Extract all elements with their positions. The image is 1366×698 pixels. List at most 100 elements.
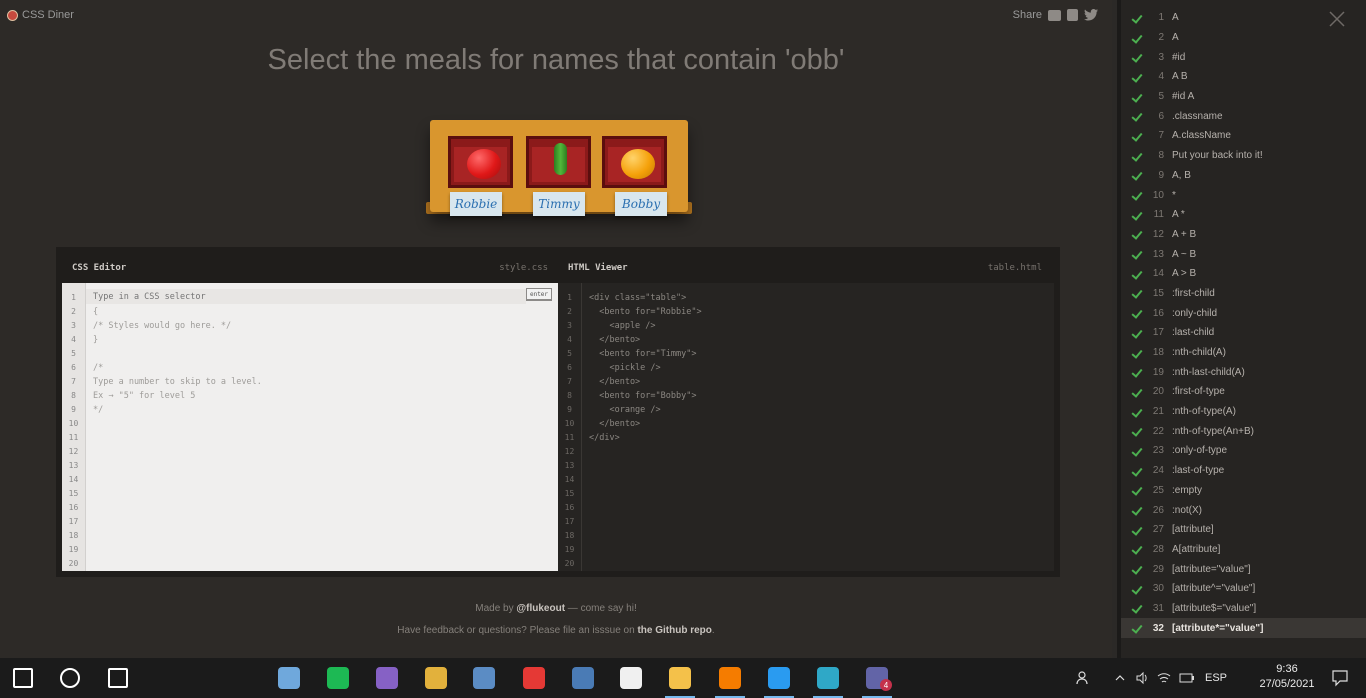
email-icon[interactable] <box>1048 9 1061 21</box>
level-item[interactable]: 6 .classname <box>1121 106 1366 126</box>
apple-icon[interactable] <box>467 149 501 179</box>
level-item[interactable]: 19:nth-last-child(A) <box>1121 362 1366 382</box>
checkmark-icon <box>1132 112 1142 120</box>
level-item[interactable]: 18:nth-child(A) <box>1121 343 1366 363</box>
taskbar-item[interactable] <box>266 658 312 698</box>
level-number: 11 <box>1153 209 1164 221</box>
level-number: 5 <box>1158 91 1164 103</box>
github-repo-link[interactable]: the Github repo <box>637 625 711 636</box>
code-line: /* <box>93 363 104 373</box>
code-line: <pickle /> <box>589 363 661 373</box>
level-item[interactable]: 8 Put your back into it! <box>1121 146 1366 166</box>
people-icon[interactable] <box>1076 670 1092 686</box>
taskbar-item[interactable] <box>413 658 459 698</box>
level-item[interactable]: 22:nth-of-type(An+B) <box>1121 421 1366 441</box>
bento-box[interactable] <box>526 136 591 188</box>
wifi-icon[interactable] <box>1157 671 1171 685</box>
taskbar-item[interactable] <box>461 658 507 698</box>
orange-icon[interactable] <box>621 149 655 179</box>
level-item[interactable]: 7 A.className <box>1121 126 1366 146</box>
line-number: 1 <box>567 293 572 302</box>
level-item[interactable]: 9 A, B <box>1121 166 1366 186</box>
code-line: </bento> <box>589 377 641 387</box>
level-item[interactable]: 26:not(X) <box>1121 500 1366 520</box>
html-code[interactable]: <div class="table"> <bento for="Robbie">… <box>589 291 702 445</box>
taskbar-item[interactable] <box>95 658 141 698</box>
level-item[interactable]: 10 * <box>1121 185 1366 205</box>
level-item[interactable]: 3 #id <box>1121 47 1366 67</box>
level-item[interactable]: 29 [attribute="value"] <box>1121 559 1366 579</box>
twitter-icon[interactable] <box>1084 9 1098 21</box>
author-link[interactable]: @flukeout <box>516 603 565 614</box>
taskbar-item[interactable] <box>0 658 46 698</box>
level-label: [attribute^="value"] <box>1172 583 1256 595</box>
level-label: [attribute*="value"] <box>1172 622 1264 634</box>
file-explorer-icon <box>669 667 691 689</box>
chevron-up-icon[interactable] <box>1114 672 1126 684</box>
clock-date: 27/05/2021 <box>1259 678 1315 690</box>
battery-icon[interactable] <box>1179 672 1195 684</box>
level-label: * <box>1172 189 1176 201</box>
level-number: 29 <box>1152 563 1164 575</box>
level-item[interactable]: 27 [attribute] <box>1121 520 1366 540</box>
code-line: <apple /> <box>589 321 656 331</box>
level-item[interactable]: 13 A ~ B <box>1121 244 1366 264</box>
line-number: 16 <box>564 503 575 512</box>
level-item[interactable]: 24:last-of-type <box>1121 461 1366 481</box>
level-item[interactable]: 31 [attribute$="value"] <box>1121 599 1366 619</box>
level-label: Put your back into it! <box>1172 150 1263 162</box>
taskbar-item[interactable] <box>608 658 654 698</box>
taskbar-item[interactable] <box>560 658 606 698</box>
level-item[interactable]: 20:first-of-type <box>1121 382 1366 402</box>
level-label: A, B <box>1172 169 1191 181</box>
pickle-icon[interactable] <box>554 143 567 175</box>
level-item[interactable]: 16:only-child <box>1121 303 1366 323</box>
taskbar-item[interactable] <box>364 658 410 698</box>
volume-icon[interactable] <box>1135 671 1149 685</box>
facebook-icon[interactable] <box>1067 9 1078 21</box>
level-number: 32 <box>1152 622 1164 634</box>
clock[interactable]: 9:36 27/05/2021 <box>1252 662 1322 692</box>
taskbar-item[interactable] <box>657 658 703 698</box>
level-item[interactable]: 30 [attribute^="value"] <box>1121 579 1366 599</box>
bento-box[interactable] <box>602 136 667 188</box>
html-line-numbers: 1 2 3 4 5 6 7 8 9 10 11 12 13 14 15 16 17 18 19 20 <box>558 283 582 571</box>
level-label: A ~ B <box>1172 248 1197 260</box>
level-label: A <box>1172 12 1179 24</box>
enter-button[interactable]: enter <box>526 288 552 301</box>
level-item[interactable]: 23:only-of-type <box>1121 441 1366 461</box>
level-number: 8 <box>1158 150 1164 162</box>
language-indicator[interactable]: ESP <box>1205 672 1227 684</box>
taskbar-item[interactable] <box>511 658 557 698</box>
level-item[interactable]: 25:empty <box>1121 481 1366 501</box>
level-item[interactable]: 14 A > B <box>1121 264 1366 284</box>
level-item[interactable]: 5 #id A <box>1121 87 1366 107</box>
level-number: 18 <box>1152 347 1164 359</box>
bento-box[interactable] <box>448 136 513 188</box>
line-number: 16 <box>68 503 79 512</box>
taskbar-item[interactable] <box>707 658 753 698</box>
level-item[interactable]: 28 A[attribute] <box>1121 540 1366 560</box>
taskbar-item[interactable] <box>315 658 361 698</box>
level-item[interactable]: 12 A + B <box>1121 225 1366 245</box>
taskbar-item[interactable] <box>756 658 802 698</box>
level-item[interactable]: 2A <box>1121 28 1366 48</box>
notification-icon[interactable] <box>1331 669 1349 687</box>
level-item[interactable]: 11 A * <box>1121 205 1366 225</box>
level-item[interactable]: 32 [attribute*="value"] <box>1121 618 1366 638</box>
level-item[interactable]: 4 A B <box>1121 67 1366 87</box>
logo[interactable]: CSS Diner <box>7 9 74 21</box>
taskbar-item[interactable]: 4 <box>854 658 900 698</box>
checkmark-icon <box>1132 486 1142 494</box>
level-item[interactable]: 17:last-child <box>1121 323 1366 343</box>
level-item[interactable]: 1A <box>1121 8 1366 28</box>
html-viewer-title: HTML Viewer <box>568 263 628 273</box>
git-tool-icon <box>425 667 447 689</box>
taskbar-item[interactable] <box>47 658 93 698</box>
level-number: 30 <box>1152 583 1164 595</box>
level-item[interactable]: 21:nth-of-type(A) <box>1121 402 1366 422</box>
checkmark-icon <box>1132 427 1142 435</box>
taskbar-item[interactable] <box>805 658 851 698</box>
level-item[interactable]: 15:first-child <box>1121 284 1366 304</box>
code-line: <bento for="Bobby"> <box>589 391 697 401</box>
